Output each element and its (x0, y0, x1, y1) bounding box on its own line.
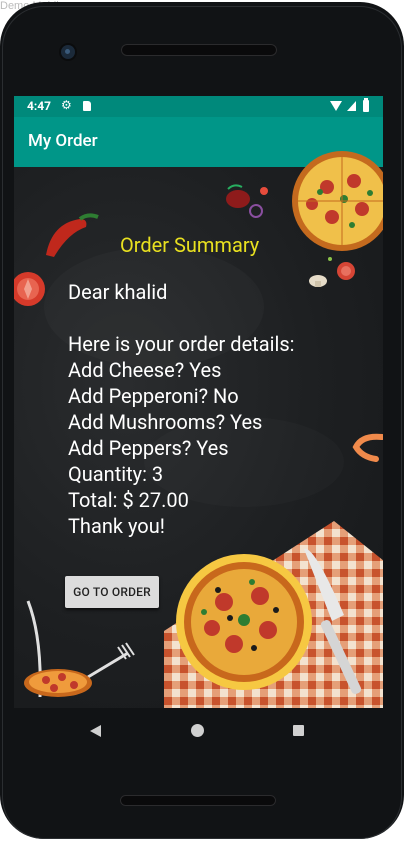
recents-icon[interactable] (293, 725, 304, 736)
mushroom-tomato-image (309, 257, 355, 287)
chili-pepper-image (46, 213, 99, 257)
status-time: 4:47 (27, 99, 52, 113)
sd-card-icon (83, 101, 91, 111)
vegetable-garnish-image (226, 184, 268, 218)
order-details-text: Dear khalid Here is your order details: … (68, 279, 294, 539)
back-icon[interactable] (90, 725, 101, 737)
tomato-image (14, 272, 45, 306)
pepperoni-line: Add Pepperoni? No (68, 384, 239, 408)
pizza-top-right-image (292, 151, 383, 251)
thank-you-line: Thank you! (68, 514, 165, 538)
peppers-line: Add Peppers? Yes (68, 436, 229, 460)
quantity-line: Quantity: 3 (68, 462, 164, 486)
pizza-on-plate-image (176, 554, 312, 690)
front-camera (61, 45, 75, 59)
fork-and-pizza-image (24, 600, 135, 698)
go-to-order-button[interactable]: GO TO ORDER (65, 576, 159, 608)
details-intro-text: Here is your order details: (68, 332, 295, 356)
order-summary-content: Order Summary Dear khalid Here is your o… (14, 151, 383, 708)
signal-icon (347, 101, 356, 111)
status-bar: 4:47 ⚙ (14, 96, 383, 117)
gear-icon: ⚙ (61, 98, 72, 112)
home-icon[interactable] (191, 724, 204, 737)
bottom-speaker (120, 795, 276, 806)
page-title: My Order (28, 131, 98, 151)
battery-icon (363, 98, 369, 112)
app-screen: 4:47 ⚙ My Order Order Summary Dear khali… (14, 96, 383, 708)
shrimp-image (352, 433, 383, 462)
total-line: Total: $ 27.00 (68, 488, 189, 512)
order-summary-heading: Order Summary (120, 233, 260, 257)
cheese-line: Add Cheese? Yes (68, 358, 222, 382)
mushrooms-line: Add Mushrooms? Yes (68, 410, 263, 434)
system-navigation-bar (14, 708, 383, 754)
greeting-text: Dear khalid (68, 280, 168, 304)
wifi-icon (330, 101, 342, 111)
earpiece-speaker (121, 44, 277, 56)
